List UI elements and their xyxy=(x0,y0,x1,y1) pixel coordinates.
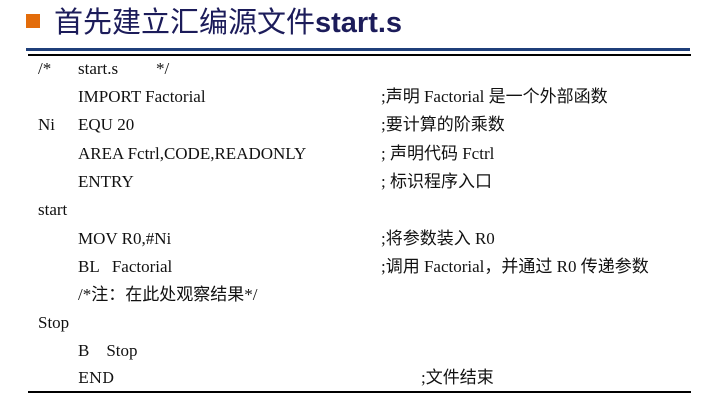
code-label: start xyxy=(38,200,68,219)
code-note: /*注：在此处观察结果*/ xyxy=(78,285,258,304)
code-line-7: MOV R0,#Ni ;将参数装入 R0 xyxy=(0,225,709,253)
code-comment: ;要计算的阶乘数 xyxy=(381,115,505,134)
code-instruction: AREA Fctrl,CODE,READONLY xyxy=(78,144,307,163)
code-line-12: END ;文件结束 xyxy=(0,364,709,392)
slide-title: 首先建立汇编源文件start.s xyxy=(54,2,402,43)
code-comment: ;调用 Factorial，并通过 R0 传递参数 xyxy=(381,257,649,276)
code-instruction: B Stop xyxy=(78,341,138,360)
code-label: Ni xyxy=(38,115,55,134)
code-line-11: B Stop xyxy=(0,337,709,365)
code-line-2: IMPORT Factorial ;声明 Factorial 是一个外部函数 xyxy=(0,83,709,111)
title-prefix: 首先建立汇编源文件 xyxy=(54,5,316,39)
code-line-9: /*注：在此处观察结果*/ xyxy=(0,281,709,309)
code-comment: ; 声明代码 Fctrl xyxy=(381,144,495,163)
code-comment: ; 标识程序入口 xyxy=(381,172,492,191)
code-comment: ;声明 Factorial 是一个外部函数 xyxy=(381,87,608,106)
code-label: Stop xyxy=(38,313,70,332)
code-line-1: /* start.s */ xyxy=(0,55,709,83)
code-comment: ;文件结束 xyxy=(421,368,494,387)
code-line-8: BL Factorial ;调用 Factorial，并通过 R0 传递参数 xyxy=(0,253,709,281)
code-instruction: END xyxy=(78,369,115,387)
code-instruction: EQU 20 xyxy=(78,115,135,134)
code-label: /* xyxy=(38,59,52,78)
code-line-6: start xyxy=(0,196,709,224)
code-instruction: BL Factorial xyxy=(78,257,173,276)
code-line-5: ENTRY ; 标识程序入口 xyxy=(0,168,709,196)
slide-header: 首先建立汇编源文件start.s xyxy=(0,0,709,51)
code-instruction: IMPORT Factorial xyxy=(78,87,206,106)
code-instruction: start.s xyxy=(78,59,119,78)
comment-close: */ xyxy=(156,59,170,78)
code-line-3: Ni EQU 20 ;要计算的阶乘数 xyxy=(0,111,709,139)
square-bullet-icon xyxy=(26,14,40,28)
code-line-4: AREA Fctrl,CODE,READONLY ; 声明代码 Fctrl xyxy=(0,140,709,168)
code-instruction: MOV R0,#Ni xyxy=(78,229,172,248)
code-line-10: Stop xyxy=(0,309,709,337)
code-comment: ;将参数装入 R0 xyxy=(381,229,495,248)
code-instruction: ENTRY xyxy=(78,172,134,191)
code-bottom-rule xyxy=(28,391,691,393)
title-underline xyxy=(26,48,690,51)
title-filename: start.s xyxy=(315,7,403,39)
